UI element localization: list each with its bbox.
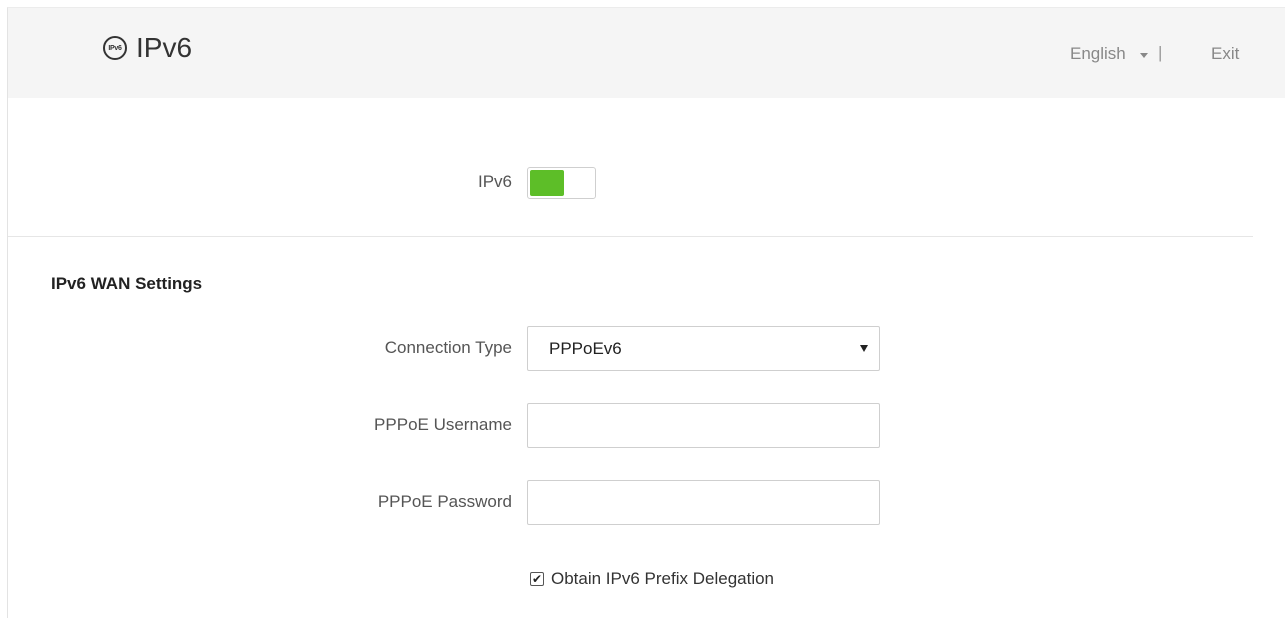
connection-type-value: PPPoEv6 — [549, 339, 622, 358]
chevron-down-icon — [1139, 52, 1148, 58]
pppoe-password-label: PPPoE Password — [377, 492, 512, 511]
prefix-delegation-option[interactable]: ✔ Obtain IPv6 Prefix Delegation — [530, 569, 774, 589]
connection-type-label: Connection Type — [384, 338, 512, 357]
pppoe-username-label: PPPoE Username — [374, 415, 512, 434]
exit-link[interactable]: Exit — [1211, 44, 1239, 64]
ipv6-toggle[interactable] — [527, 167, 596, 199]
pppoe-username-input[interactable] — [527, 403, 880, 448]
ipv6-toggle-label: IPv6 — [477, 172, 512, 191]
pppoe-password-input[interactable] — [527, 480, 880, 525]
page-title: IPv6 — [136, 32, 193, 63]
toggle-on-indicator — [530, 170, 564, 196]
dropdown-arrow-icon — [860, 345, 868, 352]
prefix-delegation-checkbox[interactable]: ✔ — [530, 572, 544, 586]
prefix-delegation-label: Obtain IPv6 Prefix Delegation — [551, 569, 775, 588]
connection-type-select[interactable]: PPPoEv6 — [527, 326, 880, 371]
language-selector[interactable]: English — [1070, 44, 1148, 64]
section-title: IPv6 WAN Settings — [51, 274, 203, 293]
page-title-group: IPv6 IPv6 — [103, 33, 192, 63]
page-frame — [7, 7, 1285, 618]
header-separator: | — [1158, 43, 1163, 62]
section-divider — [8, 236, 1253, 237]
ipv6-icon: IPv6 — [103, 36, 127, 60]
language-label: English — [1070, 44, 1126, 63]
